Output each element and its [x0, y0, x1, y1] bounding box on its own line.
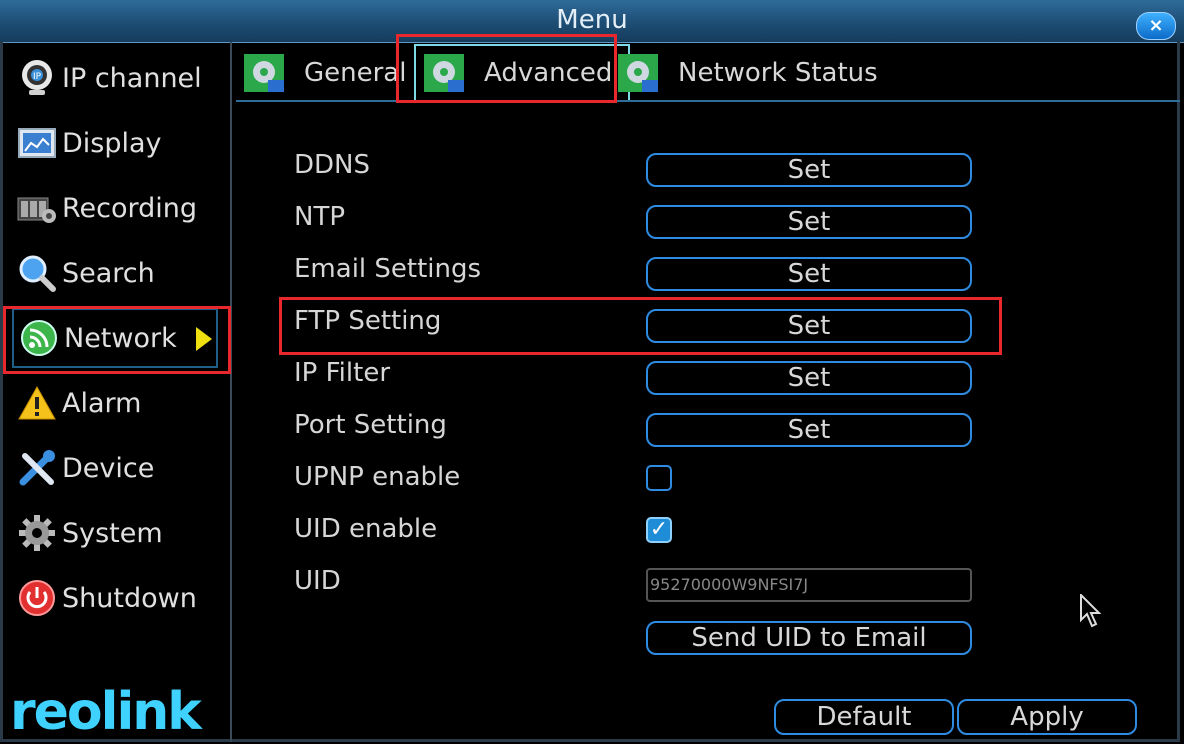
ip-filter-label: IP Filter — [294, 358, 391, 388]
display-icon — [16, 123, 58, 163]
ftp-setting-label: FTP Setting — [294, 306, 442, 336]
apply-button[interactable]: Apply — [957, 699, 1137, 735]
email-settings-label: Email Settings — [294, 254, 482, 284]
upnp-enable-label: UPNP enable — [294, 462, 461, 492]
ftp-setting-set-button[interactable]: Set — [646, 309, 972, 343]
film-icon — [16, 188, 58, 228]
uid-enable-label: UID enable — [294, 514, 438, 544]
close-button[interactable]: × — [1136, 12, 1176, 40]
settings-icon — [244, 54, 284, 92]
email-settings-set-button[interactable]: Set — [646, 257, 972, 291]
sidebar-item-search[interactable]: Search — [16, 243, 226, 303]
reolink-logo: reolink — [10, 682, 202, 742]
sidebar-item-display[interactable]: Display — [16, 113, 226, 173]
sidebar-item-label: Recording — [62, 192, 198, 224]
sidebar-item-recording[interactable]: Recording — [16, 178, 226, 238]
mouse-cursor-icon — [1080, 594, 1102, 628]
sidebar-item-label: Search — [62, 257, 155, 289]
sidebar-item-label: IP channel — [62, 62, 202, 94]
sidebar-item-network[interactable]: Network — [12, 308, 218, 368]
uid-label: UID — [294, 566, 341, 596]
ip-filter-set-button[interactable]: Set — [646, 361, 972, 395]
uid-enable-checkbox[interactable]: ✓ — [646, 517, 672, 543]
active-arrow-icon — [196, 327, 212, 351]
sidebar-item-system[interactable]: System — [16, 503, 226, 563]
port-setting-set-button[interactable]: Set — [646, 413, 972, 447]
sidebar-item-device[interactable]: Device — [16, 438, 226, 498]
sidebar-item-label: Device — [62, 452, 155, 484]
sidebar-item-label: Network — [64, 322, 177, 354]
power-icon — [16, 578, 58, 618]
settings-icon — [424, 54, 464, 92]
sidebar-item-label: Alarm — [62, 387, 142, 419]
tab-bar: General Advanced Network Status — [236, 42, 1180, 102]
sidebar-item-alarm[interactable]: Alarm — [16, 373, 226, 433]
ntp-label: NTP — [294, 202, 346, 232]
webcam-icon: IP — [16, 58, 58, 98]
tab-general[interactable]: General — [242, 48, 406, 98]
tab-advanced[interactable]: Advanced — [414, 44, 631, 100]
ntp-set-button[interactable]: Set — [646, 205, 972, 239]
tab-label: Network Status — [678, 58, 878, 88]
ddns-label: DDNS — [294, 150, 370, 180]
tab-network-status[interactable]: Network Status — [616, 48, 878, 98]
network-icon — [18, 318, 60, 358]
send-uid-to-email-button[interactable]: Send UID to Email — [646, 621, 972, 655]
upnp-enable-checkbox[interactable] — [646, 465, 672, 491]
uid-field[interactable]: 95270000W9NFSI7J — [646, 568, 972, 602]
gear-icon — [16, 513, 58, 553]
sidebar: IP IP channel Display Recording Search N… — [4, 42, 232, 742]
title-bar: Menu × — [0, 0, 1184, 43]
warning-icon — [16, 383, 58, 423]
port-setting-label: Port Setting — [294, 410, 447, 440]
svg-text:IP: IP — [33, 72, 42, 82]
settings-icon — [618, 54, 658, 92]
magnifier-icon — [16, 253, 58, 293]
default-button[interactable]: Default — [774, 699, 954, 735]
ddns-set-button[interactable]: Set — [646, 153, 972, 187]
sidebar-item-label: System — [62, 517, 163, 549]
window-title: Menu — [556, 5, 628, 35]
sidebar-item-label: Shutdown — [62, 582, 197, 614]
tab-label: Advanced — [484, 58, 613, 88]
sidebar-item-shutdown[interactable]: Shutdown — [16, 568, 226, 628]
tools-icon — [16, 448, 58, 488]
tab-label: General — [304, 58, 407, 88]
sidebar-item-label: Display — [62, 127, 162, 159]
sidebar-item-ip-channel[interactable]: IP IP channel — [16, 48, 226, 108]
